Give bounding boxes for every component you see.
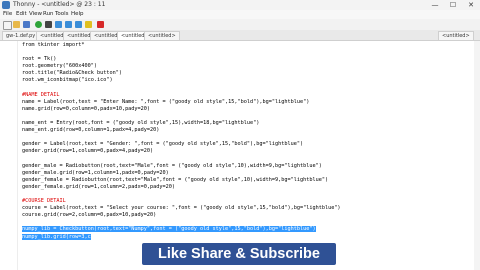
code-line: name = Label(root,text = "Enter Name: ",… [22, 98, 310, 105]
code-line: name.grid(row=0,column=0,padx=10,pady=20… [22, 105, 151, 112]
code-line: gender = Label(root,text = "Gender: ",fo… [22, 141, 304, 148]
debug-icon[interactable] [45, 21, 52, 28]
menu-file[interactable]: File [3, 11, 12, 17]
menu-tools[interactable]: Tools [55, 11, 69, 17]
code-line: numpy_lib.grid(row=3,c [22, 233, 341, 241]
code-line: #NAME DETAIL [22, 91, 60, 98]
code-line: root.title("Radio&Check button") [22, 70, 122, 77]
menu-view[interactable]: View [29, 11, 42, 17]
tab-gw-def[interactable]: gw-1.def.py [2, 31, 40, 40]
vertical-scrollbar[interactable] [474, 41, 480, 270]
code-line: from tkinter import* [22, 42, 85, 48]
code-text[interactable]: from tkinter import* root = Tk() root.geom… [22, 42, 341, 241]
menu-bar: File Edit View Run Tools Help [0, 10, 480, 19]
tab-untitled-5[interactable]: <untitled> [144, 31, 180, 40]
code-line: course = Label(root,text = "Select your … [22, 205, 341, 212]
minimize-button[interactable]: — [428, 0, 442, 10]
code-line: name_ent.grid(row=0,column=1,padx=4,pady… [22, 127, 160, 134]
window-title: Thonny - <untitled> @ 23 : 11 [13, 1, 106, 8]
stop-icon[interactable] [97, 21, 104, 28]
menu-edit[interactable]: Edit [16, 11, 27, 17]
code-line: root.wm_iconbitmap("ico.ico") [22, 77, 113, 84]
code-line: root = Tk() [22, 56, 57, 63]
menu-run[interactable]: Run [43, 11, 54, 17]
maximize-button[interactable]: ☐ [446, 0, 460, 10]
code-line: gender_female = Radiobutton(root,text="M… [22, 176, 329, 183]
code-line: name_ent = Entry(root,font = ("goody old… [22, 120, 260, 127]
run-icon[interactable] [35, 21, 42, 28]
selected-text: numpy_lib.grid(row=3,c [22, 233, 91, 240]
title-bar: Thonny - <untitled> @ 23 : 11 — ☐ ✕ [0, 0, 480, 10]
step-into-icon[interactable] [65, 21, 72, 28]
open-file-icon[interactable] [13, 21, 20, 28]
code-line: gender.grid(row=1,column=0,padx=4,pady=2… [22, 148, 154, 155]
code-line: #COURSE DETAIL [22, 198, 66, 205]
code-line: gender_male = Radiobutton(root,text="Mal… [22, 162, 322, 169]
code-line: course.grid(row=2,column=0,padx=10,pady=… [22, 212, 157, 219]
step-out-icon[interactable] [75, 21, 82, 28]
editor-tabs: gw-1.def.py <untitled> <untitled> <untit… [0, 30, 480, 41]
subscribe-banner: Like Share & Subscribe [142, 243, 336, 265]
code-line: gender_male.grid(row=1,column=1,padx=0,p… [22, 169, 169, 176]
code-line: root.geometry("600x400") [22, 63, 97, 70]
tab-untitled-right[interactable]: <untitled> [438, 31, 474, 40]
app-logo-icon [2, 1, 10, 9]
code-line: gender_female.grid(row=1,column=2,padx=0… [22, 183, 176, 190]
new-file-icon[interactable] [3, 21, 12, 30]
close-button[interactable]: ✕ [464, 0, 478, 10]
code-line: numpy_lib = Checkbutton(root,text="Numpy… [22, 226, 341, 233]
save-icon[interactable] [23, 21, 30, 28]
line-gutter [0, 41, 18, 270]
step-over-icon[interactable] [55, 21, 62, 28]
resume-icon[interactable] [85, 21, 92, 28]
selected-text: numpy_lib = Checkbutton(root,text="Numpy… [22, 226, 316, 233]
menu-help[interactable]: Help [71, 11, 84, 17]
